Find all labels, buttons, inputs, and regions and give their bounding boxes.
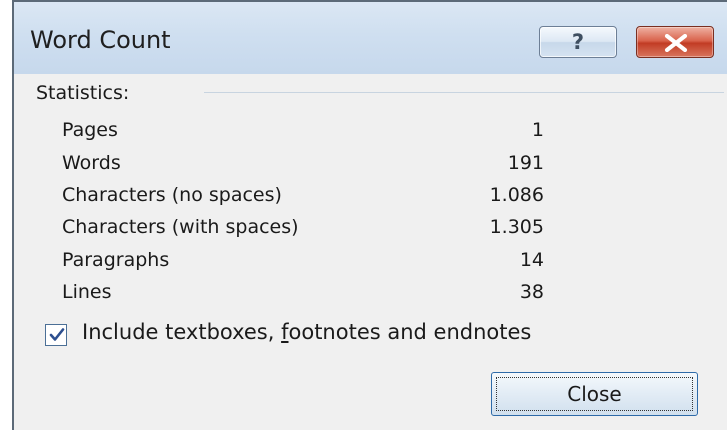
window-close-button[interactable] (636, 26, 714, 58)
stat-value: 14 (519, 249, 544, 271)
stat-value: 38 (519, 281, 544, 303)
stat-name: Characters (with spaces) (62, 216, 299, 238)
title-bar[interactable]: Word Count ? (14, 2, 727, 74)
stat-name: Paragraphs (62, 249, 170, 271)
stat-name: Pages (62, 119, 118, 141)
section-divider (204, 92, 724, 93)
checkmark-icon (49, 328, 65, 341)
stat-row-characters-no-spaces: Characters (no spaces) 1.086 (14, 184, 727, 218)
statistics-label: Statistics: (36, 82, 130, 104)
dialog-title: Word Count (30, 26, 171, 54)
stat-value: 1.086 (489, 184, 544, 206)
stat-row-words: Words 191 (14, 152, 727, 186)
stat-name: Characters (no spaces) (62, 184, 282, 206)
stat-value: 191 (507, 152, 544, 174)
include-textboxes-checkbox[interactable] (45, 324, 67, 346)
stat-row-paragraphs: Paragraphs 14 (14, 249, 727, 283)
stat-value: 1.305 (489, 216, 544, 238)
stat-row-characters-with-spaces: Characters (with spaces) 1.305 (14, 216, 727, 250)
word-count-dialog: Word Count ? Statistics: Pages 1 Words 1… (12, 0, 727, 430)
stat-value: 1 (531, 119, 544, 141)
stat-row-pages: Pages 1 (14, 119, 727, 153)
stat-name: Words (62, 152, 121, 174)
include-textboxes-label[interactable]: Include textboxes, footnotes and endnote… (82, 320, 531, 344)
stat-row-lines: Lines 38 (14, 281, 727, 315)
help-button[interactable]: ? (539, 26, 617, 58)
question-mark-icon: ? (571, 30, 585, 54)
stat-name: Lines (62, 281, 112, 303)
close-x-icon (664, 34, 688, 52)
close-button[interactable]: Close (491, 372, 698, 416)
